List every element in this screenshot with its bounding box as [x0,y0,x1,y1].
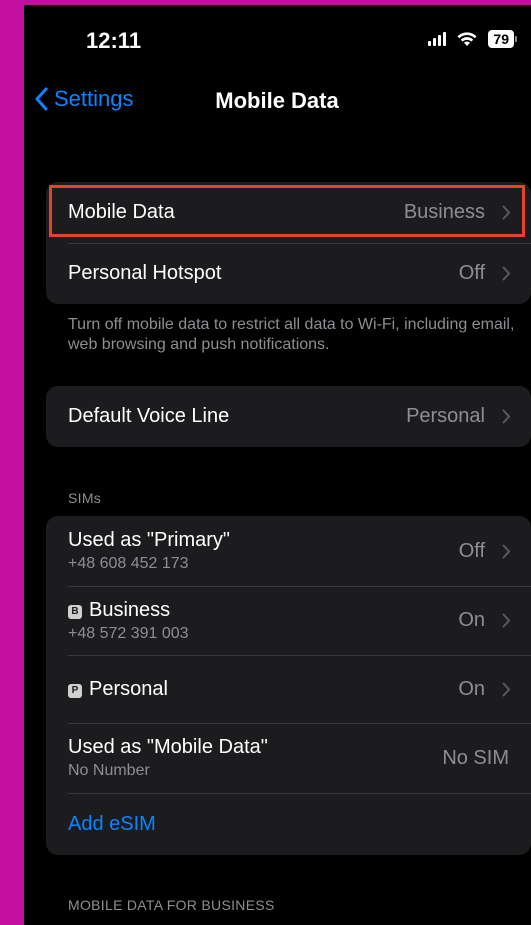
sim-business-row[interactable]: B Business +48 572 391 003 On [46,586,531,655]
chevron-right-icon [502,613,511,628]
row-value: On [458,609,485,631]
business-section-header: MOBILE DATA FOR BUSINESS [68,897,275,913]
chevron-right-icon [502,409,511,424]
wifi-icon [457,32,477,46]
row-label-group: B Business [68,599,170,622]
sims-group: Used as "Primary" +48 608 452 173 Off BB… [46,516,531,855]
row-label-group: P Personal [68,678,168,701]
row-label: Personal Hotspot [68,262,222,284]
chevron-right-icon [502,205,511,220]
status-time: 12:11 [86,28,142,53]
personal-hotspot-row[interactable]: Personal Hotspot Off [46,243,531,304]
chevron-right-icon [502,682,511,697]
row-label: Used as "Mobile Data" [68,736,268,758]
mobile-data-row[interactable]: Mobile Data Business [46,182,531,243]
row-sublabel: +48 608 452 173 [68,555,189,572]
cellular-signal-icon [428,32,447,46]
frame-border [24,0,531,5]
row-sublabel: +48 572 391 003 [68,625,189,642]
voice-line-group: Default Voice Line Personal [46,386,531,447]
row-value: Off [458,262,485,284]
row-value: On [458,677,485,700]
battery-level: 79 [488,30,514,48]
chevron-right-icon [502,266,511,281]
row-value: Business [403,201,485,223]
row-value: No SIM [442,746,509,769]
row-value: Off [458,539,485,562]
page-title: Mobile Data [215,88,339,113]
add-esim-row[interactable]: Add eSIM [46,793,531,855]
row-sublabel: No Number [68,762,150,779]
status-icons: 79 [428,30,517,48]
default-voice-line-row[interactable]: Default Voice Line Personal [46,386,531,447]
add-esim-link[interactable]: Add eSIM [68,813,156,836]
chevron-right-icon [502,544,511,559]
sim-personal-row[interactable]: P Personal On [46,655,531,723]
sims-section-header: SIMs [68,490,102,506]
sim-badge-icon: B [68,605,82,619]
row-label: Used as "Primary" [68,529,231,551]
sim-badge-icon: P [68,683,82,698]
mobile-data-footer: Turn off mobile data to restrict all dat… [68,316,515,353]
phone-screen: 12:11 79 Settings Mobile Data Mobile Dat… [24,0,531,925]
battery-icon: 79 [488,30,517,48]
sim-primary-row[interactable]: Used as "Primary" +48 608 452 173 Off [46,516,531,586]
row-label: Personal [89,677,168,700]
row-label: Default Voice Line [68,405,230,427]
row-label: Business [89,599,171,621]
mobile-data-group: Mobile Data Business Personal Hotspot Of… [46,182,531,304]
sim-mobile-data-row: Used as "Mobile Data" No Number No SIM [46,723,531,793]
row-value: Personal [406,405,485,427]
row-label: Mobile Data [68,201,175,223]
